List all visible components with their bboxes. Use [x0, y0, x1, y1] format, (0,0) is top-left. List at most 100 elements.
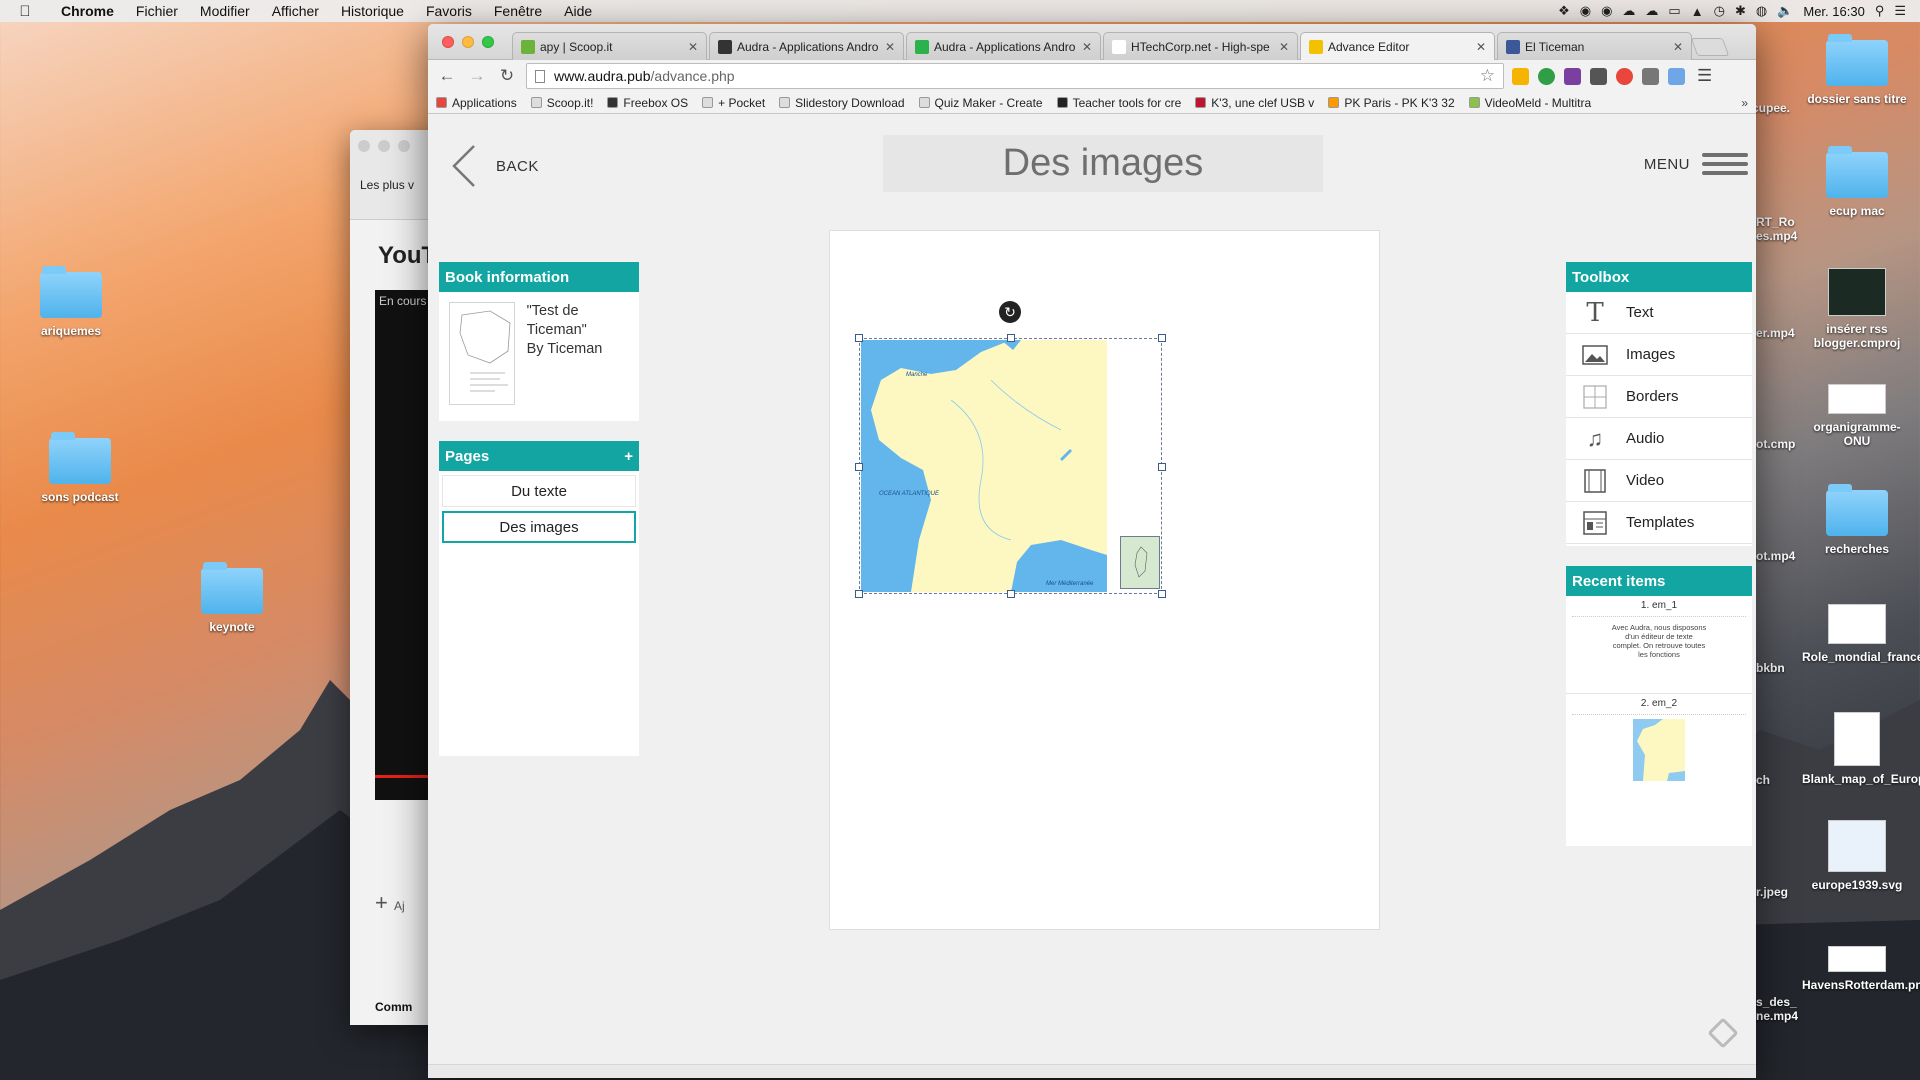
bookmark-item[interactable]: VideoMeld - Multitra: [1468, 96, 1591, 110]
cloud-icon-2[interactable]: ☁: [1645, 3, 1658, 19]
volume-icon[interactable]: 🔈: [1777, 3, 1793, 19]
browser-tab[interactable]: apy | Scoop.it ✕: [512, 32, 707, 60]
desktop-folder-ariquemes[interactable]: ariquemes: [16, 266, 126, 338]
bookmark-item[interactable]: Scoop.it!: [530, 96, 593, 110]
desktop-folder-dossier-sans-titre[interactable]: dossier sans titre: [1802, 34, 1912, 106]
new-tab-button[interactable]: [1690, 38, 1730, 56]
address-bar[interactable]: www.audra.pub/advance.php ☆: [526, 63, 1504, 89]
desktop-file-havens-rotterdam[interactable]: HavensRotterdam.png: [1802, 946, 1920, 992]
tool-text[interactable]: T Text: [1566, 292, 1752, 334]
back-arrow-icon[interactable]: ←: [436, 66, 458, 86]
menubar-clock[interactable]: Mer. 16:30: [1803, 4, 1864, 19]
notification-center-icon[interactable]: ☰: [1894, 3, 1906, 19]
desktop-folder-recherches[interactable]: recherches: [1802, 484, 1912, 556]
menu-fichier[interactable]: Fichier: [125, 3, 189, 19]
resize-handle-s[interactable]: [1007, 590, 1015, 598]
resize-handle-e[interactable]: [1158, 463, 1166, 471]
extension-icon-3[interactable]: [1642, 67, 1659, 85]
browser-tab[interactable]: HTechCorp.net - High-spe ✕: [1103, 32, 1298, 60]
tool-images[interactable]: Images: [1566, 334, 1752, 376]
desktop-file-role-mondial[interactable]: Role_mondial_france: [1802, 604, 1920, 664]
url-text[interactable]: www.audra.pub/advance.php: [554, 68, 1480, 84]
apple-icon[interactable]: : [0, 3, 50, 20]
page-item-du-texte[interactable]: Du texte: [442, 475, 636, 507]
resize-handle-nw[interactable]: [855, 334, 863, 342]
close-tab-icon[interactable]: ✕: [1082, 40, 1092, 54]
selection-frame[interactable]: [855, 334, 1166, 598]
resize-handle-se[interactable]: [1158, 590, 1166, 598]
browser-tab[interactable]: Audra - Applications Andro ✕: [709, 32, 904, 60]
eject-icon[interactable]: ▲: [1691, 4, 1704, 19]
resize-handle-sw[interactable]: [855, 590, 863, 598]
horizontal-scrollbar[interactable]: [428, 1064, 1756, 1078]
cloud-icon[interactable]: ☁: [1622, 3, 1635, 19]
desktop-file-inserer-rss[interactable]: insérer rss blogger.cmproj: [1802, 268, 1912, 350]
bookmark-item[interactable]: Teacher tools for cre: [1056, 96, 1181, 110]
menu-historique[interactable]: Historique: [330, 3, 415, 19]
desktop-folder-keynote[interactable]: keynote: [177, 562, 287, 634]
page-item-des-images[interactable]: Des images: [442, 511, 636, 543]
bookmark-item[interactable]: K'3, une clef USB v: [1195, 96, 1314, 110]
add-page-button[interactable]: +: [624, 448, 633, 465]
dropbox-icon[interactable]: ❖: [1558, 3, 1570, 19]
airplay-icon[interactable]: ▭: [1668, 3, 1680, 19]
desktop-file-blank-map-europe[interactable]: Blank_map_of_Europe_...939.svg: [1802, 712, 1920, 786]
notification-icon[interactable]: ◉: [1601, 3, 1612, 19]
browser-tab[interactable]: Advance Editor ✕: [1300, 32, 1495, 60]
bg-add-icon[interactable]: + Aj: [375, 890, 405, 916]
lastpass-icon[interactable]: [1616, 67, 1633, 85]
onenote-icon[interactable]: [1564, 67, 1581, 85]
bluetooth-icon[interactable]: ✱: [1735, 3, 1746, 19]
desktop-file-organigramme[interactable]: organigramme-ONU: [1802, 384, 1912, 448]
spotlight-search-icon[interactable]: ⚲: [1875, 3, 1885, 19]
bookmark-item[interactable]: PK Paris - PK K'3 32: [1328, 96, 1455, 110]
browser-tab[interactable]: Audra - Applications Andro ✕: [906, 32, 1101, 60]
evernote-icon[interactable]: [1538, 67, 1555, 85]
desktop-file-europe1939[interactable]: europe1939.svg: [1802, 820, 1912, 892]
tool-templates[interactable]: Templates: [1566, 502, 1752, 544]
close-tab-icon[interactable]: ✕: [1673, 40, 1683, 54]
bg-window-bookmark[interactable]: Les plus v: [360, 178, 414, 192]
forward-arrow-icon[interactable]: →: [466, 66, 488, 86]
bookmarks-overflow-icon[interactable]: »: [1741, 96, 1748, 110]
tool-video[interactable]: Video: [1566, 460, 1752, 502]
minimize-window-button[interactable]: [462, 36, 474, 48]
recent-item-em2[interactable]: 2. em_2: [1566, 694, 1752, 788]
desktop-folder-sons-podcast[interactable]: sons podcast: [25, 432, 135, 504]
zoom-window-button[interactable]: [482, 36, 494, 48]
bookmark-star-icon[interactable]: ☆: [1480, 66, 1495, 86]
bookmark-item[interactable]: Quiz Maker - Create: [918, 96, 1043, 110]
recent-item-em1[interactable]: 1. em_1 Avec Audra, nous disposons d'un …: [1566, 596, 1752, 694]
resize-handle-w[interactable]: [855, 463, 863, 471]
screenshot-camera-icon[interactable]: [1668, 67, 1685, 85]
close-tab-icon[interactable]: ✕: [688, 40, 698, 54]
menu-afficher[interactable]: Afficher: [261, 3, 330, 19]
help-diamond-icon[interactable]: [1707, 1017, 1739, 1049]
bookmark-item[interactable]: Freebox OS: [607, 96, 688, 110]
wifi-icon[interactable]: ◍: [1756, 3, 1767, 19]
menu-aide[interactable]: Aide: [553, 3, 603, 19]
time-machine-icon[interactable]: ◷: [1714, 3, 1725, 19]
extension-icon-2[interactable]: [1590, 67, 1607, 85]
sync-icon[interactable]: ◉: [1580, 3, 1591, 19]
resize-handle-ne[interactable]: [1158, 334, 1166, 342]
back-button[interactable]: BACK: [450, 144, 539, 188]
bookmark-item[interactable]: Applications: [436, 96, 517, 110]
close-window-button[interactable]: [442, 36, 454, 48]
tool-borders[interactable]: Borders: [1566, 376, 1752, 418]
menu-modifier[interactable]: Modifier: [189, 3, 261, 19]
desktop-folder-ecup-mac[interactable]: ecup mac: [1802, 146, 1912, 218]
page-title[interactable]: Des images: [883, 135, 1323, 192]
resize-handle-n[interactable]: [1007, 334, 1015, 342]
menu-favoris[interactable]: Favoris: [415, 3, 483, 19]
chrome-menu-icon[interactable]: ☰: [1697, 66, 1712, 86]
close-tab-icon[interactable]: ✕: [1279, 40, 1289, 54]
bookmark-item[interactable]: Slidestory Download: [779, 96, 905, 110]
menu-button[interactable]: MENU: [1644, 148, 1748, 180]
book-cover-thumbnail[interactable]: [449, 302, 515, 405]
menu-fenetre[interactable]: Fenêtre: [483, 3, 553, 19]
rotate-handle-icon[interactable]: ↻: [999, 301, 1021, 323]
browser-tab[interactable]: El Ticeman ✕: [1497, 32, 1692, 60]
extension-icon[interactable]: [1512, 67, 1529, 85]
reload-icon[interactable]: ↻: [496, 66, 518, 86]
